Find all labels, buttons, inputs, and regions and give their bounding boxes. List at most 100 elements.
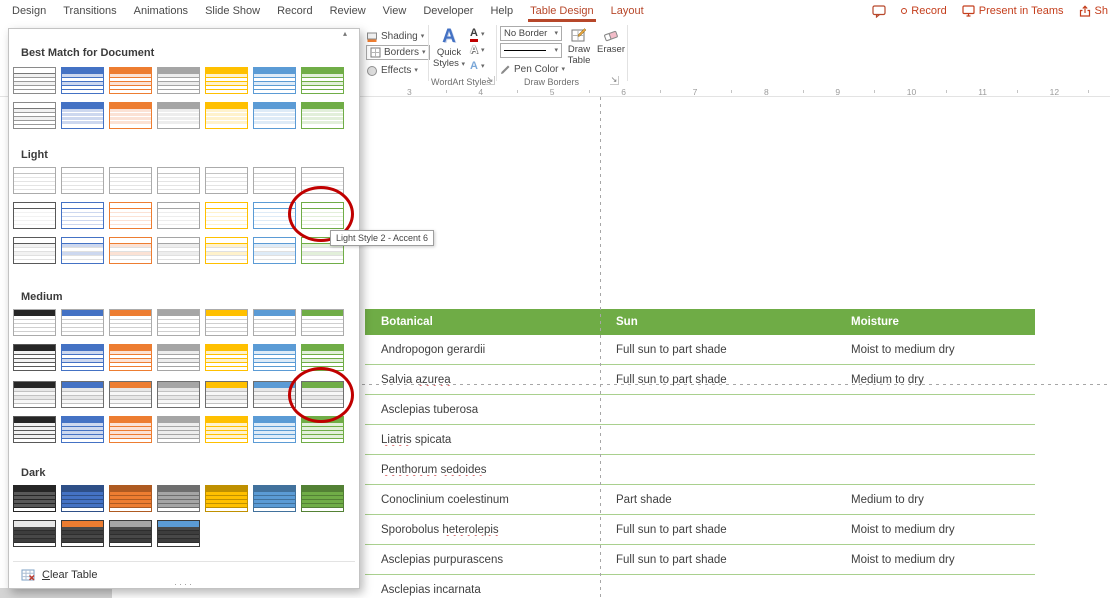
table-style-thumb[interactable]	[157, 416, 200, 443]
table-cell[interactable]: Part shade	[600, 494, 835, 506]
table-style-thumb[interactable]	[205, 381, 248, 408]
table-style-thumb[interactable]	[109, 381, 152, 408]
table-row[interactable]: Asclepias incarnata	[365, 575, 1035, 598]
table-style-thumb[interactable]	[13, 67, 56, 94]
table-style-thumb[interactable]	[205, 344, 248, 371]
table-style-thumb[interactable]	[301, 416, 344, 443]
menu-tab-review[interactable]: Review	[330, 0, 366, 22]
effects-button[interactable]: Effects▾	[366, 63, 418, 78]
table-style-thumb[interactable]	[253, 381, 296, 408]
menu-tab-help[interactable]: Help	[490, 0, 513, 22]
share-button[interactable]: Sh	[1079, 5, 1108, 17]
table-style-thumb[interactable]	[253, 416, 296, 443]
menu-tab-design[interactable]: Design	[12, 0, 46, 22]
table-style-thumb[interactable]	[157, 67, 200, 94]
menu-tab-table-design[interactable]: Table Design	[530, 0, 594, 22]
menu-tab-view[interactable]: View	[383, 0, 407, 22]
table-style-thumb[interactable]	[205, 167, 248, 194]
table-cell[interactable]: Full sun to part shade	[600, 524, 835, 536]
table-style-thumb[interactable]	[13, 167, 56, 194]
draw-table-button[interactable]: Draw Table	[563, 27, 595, 67]
table-style-thumb[interactable]	[61, 237, 104, 264]
table-cell[interactable]: Asclepias purpurascens	[365, 554, 600, 566]
gallery-scroll-up-icon[interactable]: ▴	[343, 29, 347, 38]
table-style-thumb[interactable]	[157, 202, 200, 229]
draw-borders-dialog-launcher-icon[interactable]: ↘	[610, 76, 619, 85]
table-cell[interactable]: Asclepias tuberosa	[365, 404, 600, 416]
table-style-thumb[interactable]	[109, 485, 152, 512]
present-in-teams-button[interactable]: Present in Teams	[962, 5, 1064, 17]
table-style-thumb[interactable]	[109, 167, 152, 194]
table-row[interactable]: Asclepias tuberosa	[365, 395, 1035, 425]
border-weight-combobox[interactable]: ▾	[500, 43, 562, 58]
table-cell[interactable]: Sporobolus heterolepis	[365, 524, 600, 536]
table-style-thumb[interactable]	[61, 416, 104, 443]
table-style-thumb[interactable]	[13, 237, 56, 264]
table-header-botanical[interactable]: Botanical	[365, 316, 600, 328]
table-style-thumb[interactable]	[61, 344, 104, 371]
text-fill-button[interactable]: A ▾	[470, 27, 484, 42]
table-style-thumb[interactable]	[157, 520, 200, 547]
table-style-thumb[interactable]	[157, 381, 200, 408]
record-button[interactable]: Record	[901, 5, 946, 17]
menu-tab-transitions[interactable]: Transitions	[63, 0, 116, 22]
shading-button[interactable]: Shading▾	[366, 29, 424, 44]
table-style-thumb[interactable]	[205, 202, 248, 229]
table-style-thumb[interactable]	[157, 237, 200, 264]
table-style-thumb[interactable]	[109, 202, 152, 229]
table-style-thumb[interactable]	[13, 485, 56, 512]
table-row[interactable]: Penthorum sedoides	[365, 455, 1035, 485]
table-style-thumb[interactable]	[301, 485, 344, 512]
table-row[interactable]: Sporobolus heterolepisFull sun to part s…	[365, 515, 1035, 545]
pen-color-button[interactable]: Pen Color▾	[500, 62, 565, 77]
table-style-thumb[interactable]	[13, 202, 56, 229]
table-style-thumb[interactable]	[253, 309, 296, 336]
table-style-thumb[interactable]	[109, 237, 152, 264]
table-style-thumb[interactable]	[157, 309, 200, 336]
table-style-thumb[interactable]	[13, 416, 56, 443]
table-cell[interactable]: Full sun to part shade	[600, 554, 835, 566]
table-style-thumb[interactable]	[109, 344, 152, 371]
table-cell[interactable]: Conoclinium coelestinum	[365, 494, 600, 506]
table-style-thumb[interactable]	[61, 202, 104, 229]
table-style-thumb[interactable]	[61, 67, 104, 94]
table-style-thumb[interactable]	[61, 520, 104, 547]
menu-tab-developer[interactable]: Developer	[423, 0, 473, 22]
text-outline-button[interactable]: A ▾	[470, 43, 484, 58]
table-style-thumb[interactable]	[157, 485, 200, 512]
table-style-thumb[interactable]	[205, 237, 248, 264]
table-style-thumb[interactable]	[13, 344, 56, 371]
table-style-thumb[interactable]	[13, 309, 56, 336]
table-style-thumb[interactable]	[301, 344, 344, 371]
table-row[interactable]: Asclepias purpurascensFull sun to part s…	[365, 545, 1035, 575]
table-style-thumb[interactable]	[301, 309, 344, 336]
table-style-thumb[interactable]	[61, 309, 104, 336]
table-style-thumb[interactable]	[253, 344, 296, 371]
table-row[interactable]: Andropogon gerardiiFull sun to part shad…	[365, 335, 1035, 365]
table-style-thumb[interactable]	[61, 485, 104, 512]
table-style-thumb[interactable]	[253, 102, 296, 129]
table-style-thumb[interactable]	[253, 202, 296, 229]
table-style-thumb[interactable]	[301, 67, 344, 94]
table-style-thumb[interactable]	[157, 102, 200, 129]
table-style-thumb[interactable]	[157, 344, 200, 371]
table-row[interactable]: Liatris spicata	[365, 425, 1035, 455]
menu-tab-record[interactable]: Record	[277, 0, 312, 22]
comments-icon[interactable]	[872, 5, 886, 18]
table-style-thumb[interactable]	[301, 167, 344, 194]
table-style-thumb[interactable]	[253, 167, 296, 194]
menu-tab-animations[interactable]: Animations	[134, 0, 188, 22]
table-row[interactable]: Salvia azureaFull sun to part shadeMediu…	[365, 365, 1035, 395]
table-cell[interactable]: Moist to medium dry	[835, 344, 1035, 356]
table-header-sun[interactable]: Sun	[600, 316, 835, 328]
table-style-thumb[interactable]	[157, 167, 200, 194]
table-style-thumb[interactable]	[205, 416, 248, 443]
borders-button[interactable]: Borders▾	[366, 45, 430, 60]
quick-styles-button[interactable]: A Quick Styles ▾	[431, 26, 467, 70]
table-style-thumb[interactable]	[301, 102, 344, 129]
table-row[interactable]: Conoclinium coelestinumPart shadeMedium …	[365, 485, 1035, 515]
table-style-thumb[interactable]	[253, 67, 296, 94]
table-style-thumb[interactable]	[61, 381, 104, 408]
text-effects-button[interactable]: A ▾	[470, 59, 484, 74]
table-header-moisture[interactable]: Moisture	[835, 316, 1035, 328]
